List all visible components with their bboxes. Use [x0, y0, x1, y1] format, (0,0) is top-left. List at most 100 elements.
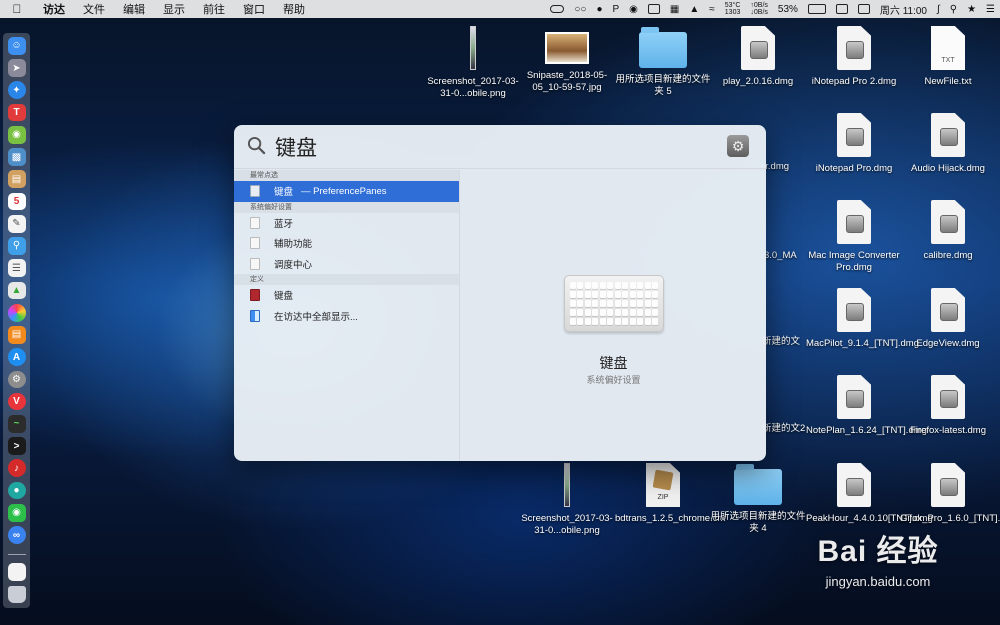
menu-window[interactable]: 窗口 — [234, 1, 274, 17]
desktop-file-mac-image-converter[interactable]: Mac Image Converter Pro.dmg — [806, 200, 902, 274]
list-icon[interactable]: ☰ — [7, 259, 26, 278]
desktop-file-play[interactable]: play_2.0.16.dmg — [710, 26, 806, 88]
preview-pane: 键盘 系统偏好设置 — [461, 170, 766, 461]
pin-icon[interactable]: ● — [591, 4, 607, 15]
desktop-file-noteplan[interactable]: NotePlan_1.6.24_[TNT].dmg — [806, 375, 927, 437]
desktop-file-partial-er[interactable]: er.dmg — [760, 113, 808, 173]
desktop-file-snipaste[interactable]: Snipaste_2018-05-05_10-59-57.jpg — [519, 26, 615, 94]
result-row-keyboard-prefpane[interactable]: 键盘 — PreferencePanes — [234, 181, 459, 202]
android-icon[interactable]: ◉ — [7, 125, 26, 144]
shield-icon[interactable]: ▲ — [684, 4, 704, 15]
vivaldi-icon[interactable]: V — [7, 392, 26, 411]
menu-help[interactable]: 帮助 — [274, 1, 314, 17]
desktop-file-calibre[interactable]: calibre.dmg — [900, 200, 996, 262]
desktop-file-gifox[interactable]: Gifox_Pro_1.6.0_[TNT].dmg — [900, 463, 1000, 525]
menu-app-finder[interactable]: 访达 — [34, 1, 74, 17]
desktop-file-bdtrans[interactable]: ZIP bdtrans_1.2.5_chrome.crx — [615, 463, 725, 525]
result-label: 调度中心 — [274, 259, 313, 271]
battery-percent[interactable]: 53% — [773, 4, 803, 15]
keyboard-icon — [564, 275, 664, 332]
section-system-preferences: 系统偏好设置 — [234, 201, 459, 213]
results-list: 最常点选 键盘 — PreferencePanes 系统偏好设置 蓝牙 辅助功能… — [234, 170, 460, 461]
spotlight-icon[interactable]: ⚲ — [945, 4, 962, 15]
desktop-file-label: Snipaste_2018-05-05_10-59-57.jpg — [526, 70, 608, 93]
txt-file-icon: TXT — [931, 26, 965, 70]
desktop-file-label: play_2.0.16.dmg — [722, 76, 794, 87]
desktop-folder-partial-2[interactable]: 新建的文2 — [762, 375, 806, 435]
battery-icon[interactable] — [803, 4, 831, 14]
cmd-icon[interactable] — [831, 4, 853, 14]
system-preferences-icon[interactable]: ⚙ — [727, 135, 749, 157]
menu-edit[interactable]: 编辑 — [114, 1, 154, 17]
green-app-icon[interactable]: ● — [7, 481, 26, 500]
desktop-file-partial-3-0[interactable]: 3.0_MA — [764, 200, 806, 262]
result-row-bluetooth[interactable]: 蓝牙 — [234, 213, 459, 234]
launchpad-icon[interactable]: ➤ — [7, 59, 26, 77]
result-row-keyboard-definition[interactable]: 键盘 — [234, 285, 459, 306]
books-icon[interactable]: ▤ — [7, 326, 26, 344]
dmg-file-icon — [931, 200, 965, 244]
menu-view[interactable]: 显示 — [154, 1, 194, 17]
search-input[interactable]: 键盘 — [275, 132, 317, 162]
clock[interactable]: 周六 11:00 — [875, 2, 932, 17]
star-icon[interactable]: ★ — [962, 4, 981, 15]
app-store-icon[interactable]: A — [7, 348, 26, 367]
p-icon[interactable]: P — [607, 4, 624, 15]
glasses-icon[interactable]: ○○ — [569, 4, 591, 15]
desktop-folder-4[interactable]: 用所选项目新建的文件夹 4 — [710, 463, 806, 535]
result-row-accessibility[interactable]: 辅助功能 — [234, 233, 459, 254]
document-icon[interactable] — [7, 563, 26, 582]
menu-bar:  访达 文件 编辑 显示 前往 窗口 帮助 ○○ ● P ◉ ▦ ▲ ≈ 53… — [0, 0, 1000, 18]
temp-fan-readout[interactable]: 53°C 1303 — [720, 2, 746, 16]
preview-icon[interactable]: ▩ — [7, 148, 26, 166]
baidu-disk-icon[interactable]: ∞ — [7, 526, 26, 544]
notification-center-icon[interactable]: ☰ — [981, 4, 1000, 15]
desktop-file-screenshot-2[interactable]: Screenshot_2017-03-31-0...obile.png — [519, 463, 615, 537]
activity-monitor-icon[interactable]: ~ — [7, 414, 26, 433]
result-label: 在访达中全部显示... — [274, 311, 358, 323]
desktop-file-peakhour[interactable]: PeakHour_4.4.0.10[TNT].dmg — [806, 463, 933, 525]
calendar-red-icon[interactable]: T — [7, 103, 26, 122]
netease-music-icon[interactable]: ♪ — [7, 459, 26, 478]
wechat-icon[interactable]: ◉ — [7, 503, 26, 522]
input-method-icon[interactable] — [853, 4, 875, 14]
apple-menu-icon[interactable]:  — [0, 2, 34, 16]
finder-icon[interactable]: ☺ — [7, 37, 26, 55]
photos-icon[interactable]: ▲ — [7, 281, 26, 300]
desktop-file-newfile[interactable]: TXT NewFile.txt — [900, 26, 996, 88]
desktop-file-label: 新建的文 — [762, 336, 801, 347]
input-icon[interactable] — [643, 4, 665, 14]
desktop-file-label: NewFile.txt — [924, 76, 972, 87]
desktop-file-screenshot-1[interactable]: Screenshot_2017-03-31-0...obile.png — [425, 26, 521, 100]
desktop-file-edgeview[interactable]: EdgeView.dmg — [900, 288, 996, 350]
desktop-file-inotepad[interactable]: iNotepad Pro.dmg — [806, 113, 902, 175]
system-preferences-icon[interactable]: ⚙ — [7, 370, 26, 389]
wechat-status-icon[interactable]: ◉ — [624, 4, 643, 15]
desktop-file-inotepad-2[interactable]: iNotepad Pro 2.dmg — [806, 26, 902, 88]
desktop-file-macpilot[interactable]: MacPilot_9.1.4_[TNT].dmg — [806, 288, 919, 350]
notes-icon[interactable]: ▤ — [7, 170, 26, 189]
battery-toggle-icon[interactable] — [545, 5, 569, 13]
spotlight-search-bar[interactable]: 键盘 ⚙ — [234, 125, 766, 169]
desktop-folder-5[interactable]: 用所选项目新建的文件夹 5 — [615, 26, 711, 98]
desktop-file-firefox[interactable]: Firefox-latest.dmg — [900, 375, 996, 437]
bluetooth-icon[interactable]: ∫ — [932, 4, 945, 15]
desktop-file-audio-hijack[interactable]: Audio Hijack.dmg — [900, 113, 996, 175]
safari-icon[interactable]: ✦ — [7, 81, 26, 100]
grid-app-icon[interactable]: ▦ — [665, 4, 684, 15]
result-sublabel: — PreferencePanes — [301, 185, 387, 197]
finder-search-icon[interactable]: ⚲ — [7, 237, 26, 255]
photos-color-icon[interactable] — [7, 303, 26, 322]
wifi-icon[interactable]: ≈ — [704, 4, 720, 15]
network-readout[interactable]: ↑0B/s ↓0B/s — [745, 2, 773, 16]
menu-file[interactable]: 文件 — [74, 1, 114, 17]
calendar-icon[interactable]: 5 — [7, 192, 26, 211]
menu-go[interactable]: 前往 — [194, 1, 234, 17]
trash-icon[interactable] — [7, 585, 26, 604]
result-row-mission-control[interactable]: 调度中心 — [234, 254, 459, 275]
terminal-icon[interactable]: > — [7, 437, 26, 455]
watermark-brand: Bai 经验 — [817, 535, 939, 568]
result-row-show-all-in-finder[interactable]: 在访达中全部显示... — [234, 306, 459, 327]
desktop-folder-partial-1[interactable]: 新建的文 — [762, 288, 806, 348]
textedit-icon[interactable]: ✎ — [7, 214, 26, 233]
